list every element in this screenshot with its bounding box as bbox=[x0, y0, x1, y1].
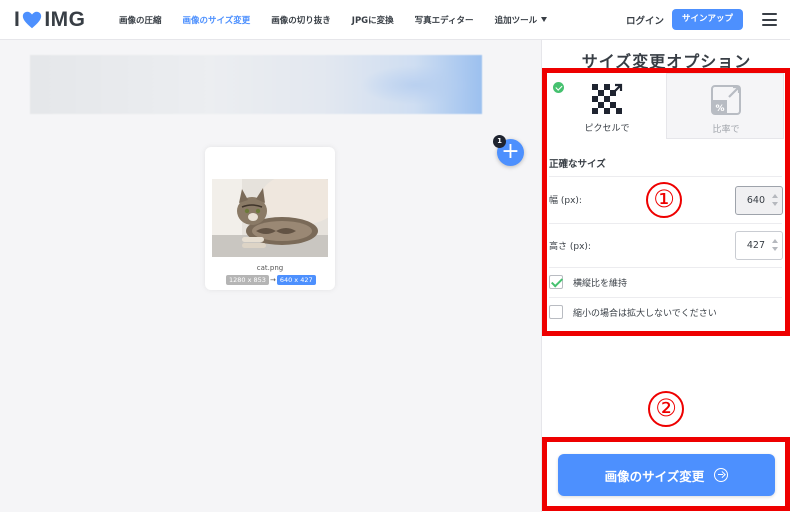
hamburger-menu-icon[interactable] bbox=[762, 13, 777, 26]
file-card[interactable]: cat.png 1280 x 853 → 640 x 427 bbox=[205, 147, 335, 290]
nav-compress-image[interactable]: 画像の圧縮 bbox=[119, 14, 162, 26]
nav-crop-image[interactable]: 画像の切り抜き bbox=[271, 14, 331, 26]
file-count-badge: 1 bbox=[493, 135, 506, 148]
new-size-badge: 640 x 427 bbox=[276, 275, 316, 285]
file-name: cat.png bbox=[256, 264, 284, 272]
logo-text-i: I bbox=[14, 8, 21, 31]
nav-convert-to-jpg[interactable]: JPGに変換 bbox=[352, 14, 394, 26]
cat-thumbnail-image bbox=[212, 179, 328, 257]
original-size-badge: 1280 x 853 bbox=[226, 275, 269, 285]
arrow-right-icon: → bbox=[269, 276, 276, 284]
nav-photo-editor[interactable]: 写真エディター bbox=[415, 14, 474, 26]
logo-text-img: IMG bbox=[44, 8, 86, 31]
ilovimg-logo[interactable]: I IMG bbox=[14, 8, 86, 32]
dimension-row: 1280 x 853 → 640 x 427 bbox=[226, 275, 316, 285]
ad-banner bbox=[30, 55, 482, 114]
main-nav: 画像の圧縮 画像のサイズ変更 画像の切り抜き JPGに変換 写真エディター 追加… bbox=[119, 0, 568, 40]
heart-icon bbox=[23, 11, 42, 29]
signup-button[interactable]: サインアップ bbox=[672, 9, 743, 30]
annotation-box-submit bbox=[542, 437, 790, 511]
login-link[interactable]: ログイン bbox=[626, 13, 664, 27]
annotation-number-one: ① bbox=[646, 182, 682, 218]
nav-more-tools[interactable]: 追加ツール bbox=[495, 14, 548, 26]
nav-resize-image[interactable]: 画像のサイズ変更 bbox=[183, 14, 251, 26]
caret-down-icon bbox=[541, 17, 548, 22]
top-navbar: I IMG 画像の圧縮 画像のサイズ変更 画像の切り抜き JPGに変換 写真エデ… bbox=[0, 0, 790, 40]
annotation-number-two: ② bbox=[648, 391, 684, 427]
nav-more-tools-label: 追加ツール bbox=[494, 16, 538, 26]
